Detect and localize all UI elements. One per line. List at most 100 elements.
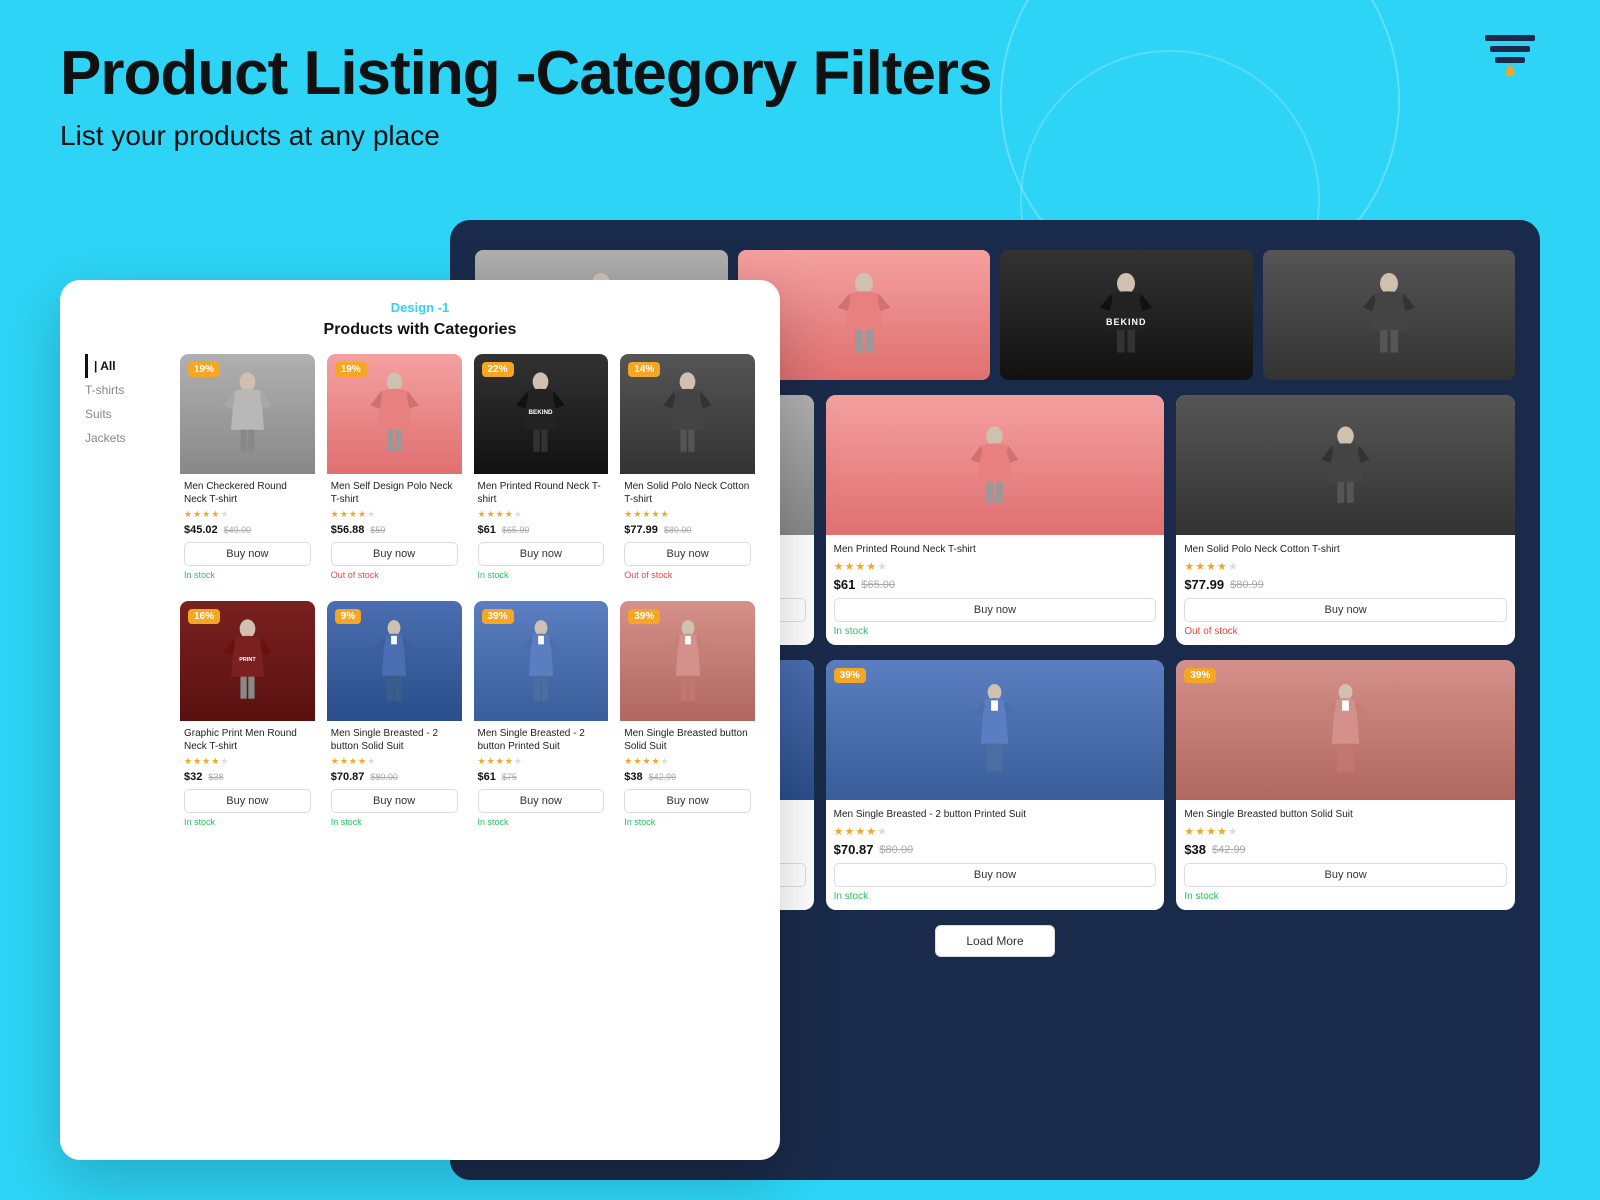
price-suit-2: $70.87 $80.00 <box>834 842 1157 857</box>
front-product-img-5: 16% PRINT <box>180 601 315 721</box>
price-4: $77.99 $80.00 <box>624 524 751 536</box>
stock-8: In stock <box>624 817 751 827</box>
sidebar-item-jackets[interactable]: Jackets <box>85 426 165 450</box>
back-card-img-tshirt-3 <box>1176 395 1515 535</box>
front-product-info-8: Men Single Breasted button Solid Suit ★ … <box>620 721 755 833</box>
stars-3: ★ ★ ★ ★ ★ <box>478 509 605 520</box>
svg-text:PRINT: PRINT <box>239 657 256 663</box>
front-section-title: Products with Categories <box>85 321 755 339</box>
buy-btn-2[interactable]: Buy now <box>331 542 458 566</box>
sidebar-item-tshirts[interactable]: T-shirts <box>85 378 165 402</box>
front-product-name-6: Men Single Breasted - 2 button Solid Sui… <box>331 727 458 753</box>
badge-7: 39% <box>482 609 514 624</box>
sidebar: | All T-shirts Suits Jackets <box>85 354 165 1134</box>
badge-8: 39% <box>628 609 660 624</box>
front-product-info-1: Men Checkered Round Neck T-shirt ★ ★ ★ ★… <box>180 474 315 586</box>
badge-1: 19% <box>188 362 220 377</box>
price-suit-3: $38 $42.99 <box>1184 842 1507 857</box>
price-5: $32 $38 <box>184 771 311 783</box>
buy-btn-suit-3[interactable]: Buy now <box>1184 863 1507 887</box>
front-product-name-8: Men Single Breasted button Solid Suit <box>624 727 751 753</box>
sidebar-item-suits[interactable]: Suits <box>85 402 165 426</box>
front-product-img-4: 14% <box>620 354 755 474</box>
front-product-5: 16% PRINT Gr <box>180 601 315 833</box>
front-product-img-3: 22% BEKIND <box>474 354 609 474</box>
buy-btn-3[interactable]: Buy now <box>478 542 605 566</box>
back-card-img-tshirt-2 <box>826 395 1165 535</box>
load-more-button[interactable]: Load More <box>935 925 1054 957</box>
stock-3: In stock <box>478 570 605 580</box>
buy-btn-5[interactable]: Buy now <box>184 789 311 813</box>
buy-btn-tshirt-3[interactable]: Buy now <box>1184 598 1507 622</box>
front-product-6: 9% Men Sing <box>327 601 462 833</box>
front-product-img-8: 39% <box>620 601 755 721</box>
front-product-img-6: 9% <box>327 601 462 721</box>
badge-suit-3: 39% <box>1184 668 1216 683</box>
header: Product Listing -Category Filters List y… <box>0 0 1600 172</box>
logo-icon <box>1480 30 1540 80</box>
front-product-img-2: 19% <box>327 354 462 474</box>
buy-btn-tshirt-2[interactable]: Buy now <box>834 598 1157 622</box>
back-card-name-suit-3: Men Single Breasted button Solid Suit <box>1184 808 1507 821</box>
back-card-name-suit-2: Men Single Breasted - 2 button Printed S… <box>834 808 1157 821</box>
back-card-tshirt-3: Men Solid Polo Neck Cotton T-shirt ★ ★ ★… <box>1176 395 1515 645</box>
front-product-info-5: Graphic Print Men Round Neck T-shirt ★ ★… <box>180 721 315 833</box>
price-tshirt-3: $77.99 $80.99 <box>1184 577 1507 592</box>
front-product-info-6: Men Single Breasted - 2 button Solid Sui… <box>327 721 462 833</box>
buy-btn-4[interactable]: Buy now <box>624 542 751 566</box>
design-label: Design -1 <box>85 300 755 315</box>
buy-btn-8[interactable]: Buy now <box>624 789 751 813</box>
page-title: Product Listing -Category Filters <box>60 40 1540 108</box>
front-product-name-3: Men Printed Round Neck T-shirt <box>478 480 605 506</box>
svg-text:BEKIND: BEKIND <box>529 409 553 416</box>
stock-5: In stock <box>184 817 311 827</box>
back-card-info-suit-3: Men Single Breasted button Solid Suit ★ … <box>1176 800 1515 910</box>
front-product-info-7: Men Single Breasted - 2 button Printed S… <box>474 721 609 833</box>
buy-btn-7[interactable]: Buy now <box>478 789 605 813</box>
badge-2: 19% <box>335 362 367 377</box>
sidebar-item-all[interactable]: | All <box>85 354 165 378</box>
badge-4: 14% <box>628 362 660 377</box>
stock-2: Out of stock <box>331 570 458 580</box>
front-product-name-2: Men Self Design Polo Neck T-shirt <box>331 480 458 506</box>
buy-btn-suit-2[interactable]: Buy now <box>834 863 1157 887</box>
front-product-info-4: Men Solid Polo Neck Cotton T-shirt ★ ★ ★… <box>620 474 755 586</box>
price-1: $45.02 $49.00 <box>184 524 311 536</box>
back-card-name-tshirt-3: Men Solid Polo Neck Cotton T-shirt <box>1184 543 1507 556</box>
front-product-name-1: Men Checkered Round Neck T-shirt <box>184 480 311 506</box>
stars-7: ★ ★ ★ ★ ★ <box>478 756 605 767</box>
bekind-text: BEKIND <box>1106 317 1147 327</box>
back-top-img-3: BEKIND <box>1000 250 1253 380</box>
front-product-2: 19% Men Self Design Polo Nec <box>327 354 462 586</box>
back-card-info-suit-2: Men Single Breasted - 2 button Printed S… <box>826 800 1165 910</box>
stars-8: ★ ★ ★ ★ ★ <box>624 756 751 767</box>
badge-suit-2: 39% <box>834 668 866 683</box>
front-window: Design -1 Products with Categories | All… <box>60 280 780 1160</box>
stars-4: ★ ★ ★ ★ ★ <box>624 509 751 520</box>
buy-btn-6[interactable]: Buy now <box>331 789 458 813</box>
front-product-img-1: 19% <box>180 354 315 474</box>
badge-5: 16% <box>188 609 220 624</box>
back-top-img-4 <box>1263 250 1516 380</box>
back-card-info-tshirt-3: Men Solid Polo Neck Cotton T-shirt ★ ★ ★… <box>1176 535 1515 645</box>
front-product-7: 39% Men Sin <box>474 601 609 833</box>
stock-tshirt-3: Out of stock <box>1184 626 1507 637</box>
back-card-img-suit-3: 39% <box>1176 660 1515 800</box>
page-subtitle: List your products at any place <box>60 120 1540 152</box>
stock-tshirt-2: In stock <box>834 626 1157 637</box>
stars-tshirt-2: ★ ★ ★ ★ ★ <box>834 560 1157 573</box>
front-product-name-7: Men Single Breasted - 2 button Printed S… <box>478 727 605 753</box>
badge-3: 22% <box>482 362 514 377</box>
stock-1: In stock <box>184 570 311 580</box>
front-product-info-3: Men Printed Round Neck T-shirt ★ ★ ★ ★ ★… <box>474 474 609 586</box>
stars-2: ★ ★ ★ ★ ★ <box>331 509 458 520</box>
front-layout: | All T-shirts Suits Jackets 19% <box>85 354 755 1134</box>
stock-6: In stock <box>331 817 458 827</box>
badge-6: 9% <box>335 609 361 624</box>
back-card-suit-2: 39% Men Single Breasted - 2 button Print… <box>826 660 1165 910</box>
stock-7: In stock <box>478 817 605 827</box>
stock-4: Out of stock <box>624 570 751 580</box>
back-card-suit-3: 39% Men Single Breasted button Solid Sui… <box>1176 660 1515 910</box>
products-area: 19% Men Checkered Round Neck <box>180 354 755 1134</box>
buy-btn-1[interactable]: Buy now <box>184 542 311 566</box>
